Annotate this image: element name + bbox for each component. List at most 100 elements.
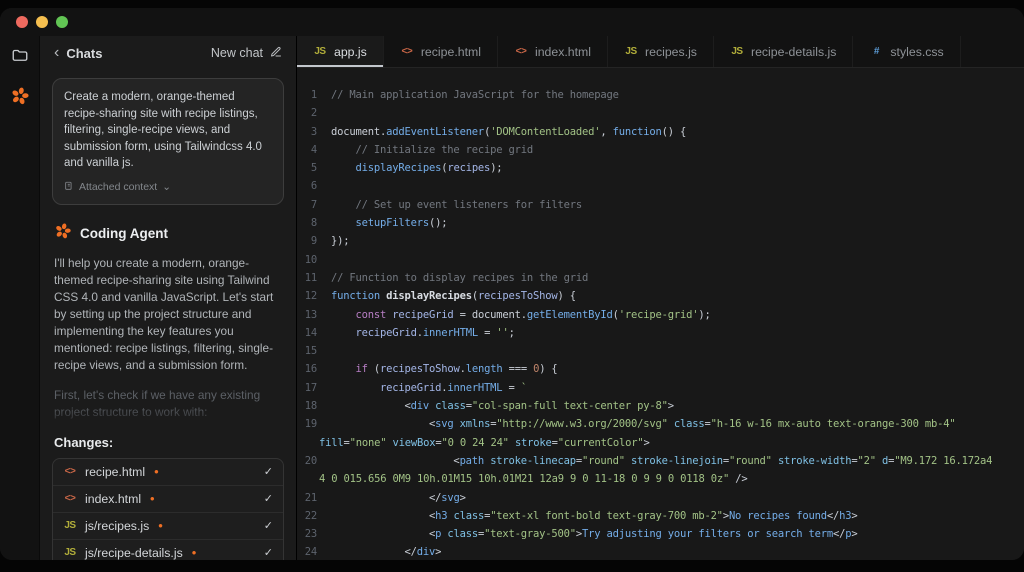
code-token: = — [477, 326, 497, 339]
code-line[interactable]: 22 <h3 class="text-xl font-bold text-gra… — [297, 507, 1024, 525]
code-line[interactable]: 24 </div> — [297, 543, 1024, 560]
code-line[interactable]: 7 // Set up event listeners for filters — [297, 196, 1024, 214]
js-file-icon: JS — [64, 547, 76, 558]
file-row-js/recipes.js[interactable]: JS js/recipes.js • ✓ — [53, 513, 283, 540]
new-chat-button[interactable]: New chat — [211, 46, 282, 61]
code-token: ) { — [557, 290, 577, 303]
js-file-icon: JS — [64, 520, 76, 531]
code-line[interactable]: 14 recipeGrid.innerHTML = ''; — [297, 324, 1024, 342]
html-file-icon: <> — [401, 46, 413, 57]
code-line[interactable]: 3 document.addEventListener('DOMContentLo… — [297, 123, 1024, 141]
modified-dot: • — [158, 518, 163, 533]
tab-recipes.js[interactable]: JS recipes.js — [608, 36, 714, 67]
code-token: // Function to display recipes in the gr… — [331, 271, 589, 284]
code-token: 4 0 015.656 0M9 10h.01M15 10h.01M21 12a9… — [319, 473, 730, 486]
minimize-window-button[interactable] — [36, 16, 48, 28]
line-number: 12 — [304, 290, 317, 303]
tab-label: index.html — [534, 44, 592, 59]
code-token: 'DOMContentLoaded' — [490, 125, 601, 138]
tab-index.html[interactable]: <> index.html — [498, 36, 609, 67]
close-window-button[interactable] — [16, 16, 28, 28]
code-token: < — [331, 418, 436, 431]
agent-flower-icon — [54, 222, 72, 245]
code-line[interactable]: 9}); — [297, 232, 1024, 250]
code-token: innerHTML — [447, 381, 503, 394]
code-line[interactable]: 1 // Main application JavaScript for the … — [297, 86, 1024, 104]
css-file-icon: # — [873, 46, 880, 57]
tab-styles.css[interactable]: # styles.css — [853, 36, 961, 67]
code-token: "text-gray-500" — [484, 528, 576, 541]
line-number: 20 — [304, 454, 317, 467]
code-line[interactable]: 6 — [297, 177, 1024, 195]
pencil-icon — [270, 46, 282, 61]
code-line[interactable]: 23 <p class="text-gray-500">Try adjustin… — [297, 525, 1024, 543]
check-icon[interactable]: ✓ — [264, 465, 273, 478]
code-line[interactable]: 15 — [297, 342, 1024, 360]
code-token: // Initialize the recipe grid — [331, 143, 534, 156]
check-icon[interactable]: ✓ — [264, 546, 273, 559]
code-line[interactable]: 5 displayRecipes(recipes); — [297, 159, 1024, 177]
code-line[interactable]: 17 recipeGrid.innerHTML = ` — [297, 379, 1024, 397]
code-line[interactable]: 20 <path stroke-linecap="round" stroke-l… — [297, 452, 1024, 470]
chats-back-button[interactable]: ‹ Chats — [54, 45, 102, 61]
code-token: < — [331, 454, 460, 467]
tab-recipe-details.js[interactable]: JS recipe-details.js — [714, 36, 854, 67]
code-line[interactable]: 13 const recipeGrid = document.getElemen… — [297, 306, 1024, 324]
code-line[interactable]: 8 setupFilters(); — [297, 214, 1024, 232]
folder-icon[interactable] — [11, 46, 29, 64]
tab-label: recipes.js — [645, 44, 697, 59]
file-row-index.html[interactable]: <> index.html • ✓ — [53, 486, 283, 513]
code-line[interactable]: 4 // Initialize the recipe grid — [297, 141, 1024, 159]
line-content: <div class="col-span-full text-center py… — [331, 397, 1024, 415]
tab-app.js[interactable]: JS app.js — [297, 36, 384, 67]
code-token: svg — [435, 418, 454, 431]
line-content — [331, 104, 1024, 122]
code-line[interactable]: fill="none" viewBox="0 0 24 24" stroke="… — [297, 434, 1024, 452]
line-number: 14 — [304, 326, 317, 339]
code-token: // Set up event listeners for filters — [331, 198, 582, 211]
code-token: stroke-linecap — [490, 454, 576, 467]
line-number: 10 — [304, 253, 317, 266]
code-token: === — [502, 363, 534, 376]
code-token: displayRecipes — [386, 290, 472, 303]
file-name: js/recipes.js — [85, 518, 150, 533]
code-line[interactable]: 19 <svg xmlns="http://www.w3.org/2000/sv… — [297, 415, 1024, 433]
code-token: /> — [729, 473, 748, 486]
line-number: 8 — [310, 217, 317, 230]
code-line[interactable]: 2 — [297, 104, 1024, 122]
agent-response-paragraph: I'll help you create a modern, orange-th… — [54, 255, 274, 372]
check-icon[interactable]: ✓ — [264, 492, 273, 505]
file-row-recipe.html[interactable]: <> recipe.html • ✓ — [53, 459, 283, 486]
code-line[interactable]: 12 function displayRecipes(recipesToShow)… — [297, 287, 1024, 305]
agent-flower-icon[interactable] — [10, 86, 30, 106]
app-window: ‹ Chats New chat Create a modern, orange… — [0, 8, 1024, 560]
modified-dot: • — [191, 545, 197, 560]
editor-pane: JS app.js <> recipe.html <> index.html JS recip… — [297, 36, 1024, 560]
active-tab-underline — [297, 65, 383, 67]
code-area[interactable]: 1 // Main application JavaScript for the … — [297, 68, 1024, 560]
code-line[interactable]: 10 — [297, 251, 1024, 269]
check-icon[interactable]: ✓ — [264, 519, 273, 532]
attached-context-toggle[interactable]: Attached context ⌄ — [64, 181, 272, 194]
file-row-js/recipe-details.js[interactable]: JS js/recipe-details.js • ✓ — [53, 540, 283, 560]
code-token: "text-xl font-bold text-gray-700 mb-2" — [490, 509, 723, 522]
code-token: "currentColor" — [557, 436, 644, 449]
code-token: ); — [490, 162, 503, 175]
code-token: recipesToShow — [380, 363, 460, 376]
code-token: "http://www.w3.org/2000/svg" — [496, 418, 668, 431]
code-token: </ — [826, 509, 840, 522]
code-line[interactable]: 18 <div class="col-span-full text-center… — [297, 397, 1024, 415]
chat-scroll-area[interactable]: Create a modern, orange-themed recipe-sh… — [40, 70, 296, 560]
tab-recipe.html[interactable]: <> recipe.html — [384, 36, 498, 67]
line-content: }); — [331, 232, 1024, 250]
code-line[interactable]: 11 // Function to display recipes in the … — [297, 269, 1024, 287]
code-token: ` — [520, 381, 527, 394]
code-token: length — [465, 363, 503, 376]
code-token: getElementById — [526, 308, 613, 321]
zoom-window-button[interactable] — [56, 16, 68, 28]
line-content: 4 0 015.656 0M9 10h.01M15 10h.01M21 12a9… — [319, 470, 1024, 488]
code-line[interactable]: 21 </svg> — [297, 489, 1024, 507]
code-token: recipeGrid — [392, 308, 454, 321]
code-line[interactable]: 4 0 015.656 0M9 10h.01M15 10h.01M21 12a9… — [297, 470, 1024, 488]
code-line[interactable]: 16 if (recipesToShow.length === 0) { — [297, 360, 1024, 378]
